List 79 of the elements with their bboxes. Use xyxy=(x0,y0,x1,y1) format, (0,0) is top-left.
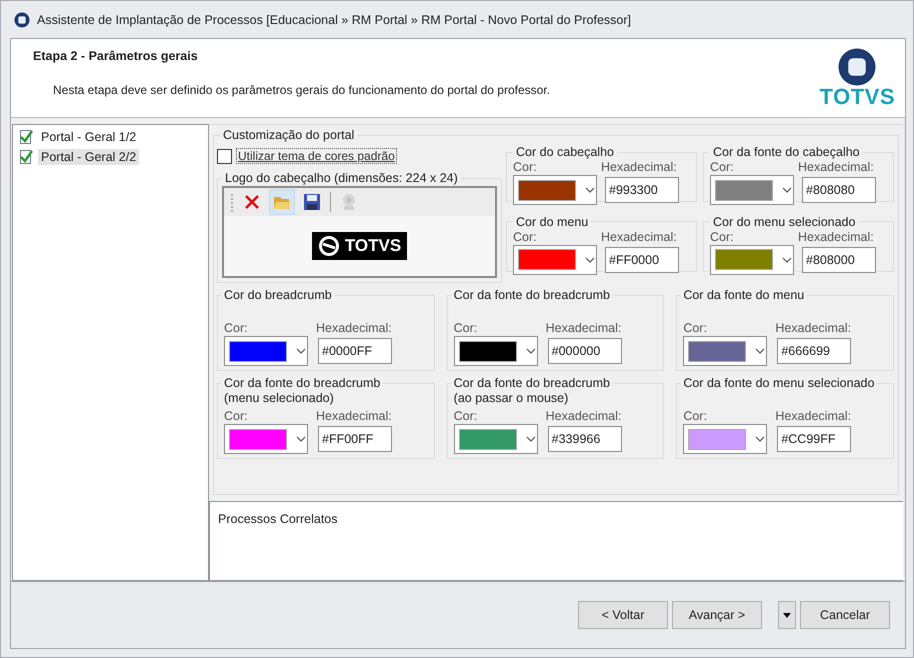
field-label: Cor: xyxy=(454,409,478,423)
group-title: Cor do cabeçalho xyxy=(515,144,615,160)
field-label: Cor: xyxy=(710,230,735,244)
field-label: Hexadecimal: xyxy=(775,321,852,335)
chevron-down-icon xyxy=(526,436,536,442)
field-label: Cor: xyxy=(710,160,735,174)
dropdown-button[interactable] xyxy=(778,601,796,629)
color-dropdown[interactable] xyxy=(454,336,538,366)
field-label: Cor: xyxy=(683,321,708,335)
group-title: Cor da fonte do breadcrumb (menu selecionado) xyxy=(221,376,384,406)
field-label: Cor: xyxy=(683,409,708,423)
field-label: Cor: xyxy=(454,321,478,335)
color-dropdown[interactable] xyxy=(710,175,794,205)
wizard-button[interactable]: Avançar > xyxy=(672,601,762,629)
hex-input-field[interactable]: #000000 xyxy=(548,338,622,364)
field-label: Hexadecimal: xyxy=(316,321,392,335)
field-label: Cor: xyxy=(224,409,249,423)
logo-text: TOTVS xyxy=(344,236,402,256)
field-label: Hexadecimal: xyxy=(546,321,622,335)
chevron-down-icon xyxy=(782,187,792,193)
hex-input-field[interactable]: #808000 xyxy=(802,246,876,272)
field-label: Hexadecimal: xyxy=(798,230,874,244)
step-title: Etapa 2 - Parâmetros gerais xyxy=(33,49,199,63)
logo-icon xyxy=(838,48,876,86)
field-label: Hexadecimal: xyxy=(775,409,852,423)
caret-icon xyxy=(783,612,791,618)
hex-input-field[interactable]: #FF0000 xyxy=(605,246,679,272)
tree-item[interactable]: Portal - Geral 2/2 xyxy=(38,149,140,165)
field-label: Hexadecimal: xyxy=(316,409,392,423)
step-description: Nesta etapa deve ser definido os parâmetros gerais do funcionamento do portal do professor. xyxy=(53,83,550,97)
chevron-down-icon xyxy=(296,348,306,354)
checkbox[interactable] xyxy=(217,148,232,164)
checkbox-label[interactable]: Utilizar tema de cores padrão xyxy=(236,148,397,164)
tree-item[interactable]: Portal - Geral 1/2 xyxy=(38,129,140,145)
wizard-button[interactable]: < Voltar xyxy=(578,601,668,629)
wizard-button[interactable]: Cancelar xyxy=(800,601,890,629)
field-label: Hexadecimal: xyxy=(601,230,677,244)
field-label: Hexadecimal: xyxy=(798,160,874,174)
chevron-down-icon xyxy=(296,436,306,442)
group-title: Cor da fonte do cabeçalho xyxy=(712,144,861,160)
field-label: Cor: xyxy=(224,321,249,335)
hex-input-field[interactable]: #CC99FF xyxy=(777,426,852,452)
field-label: Cor: xyxy=(513,230,538,244)
chevron-down-icon xyxy=(755,348,766,354)
logo-icon xyxy=(318,235,340,257)
hex-input-field[interactable]: #339966 xyxy=(548,426,622,452)
color-dropdown[interactable] xyxy=(224,336,308,366)
hex-input-field[interactable]: #993300 xyxy=(605,177,679,203)
group-title: Cor do menu xyxy=(515,214,590,230)
color-dropdown[interactable] xyxy=(513,175,597,205)
hex-input-field[interactable]: #808080 xyxy=(802,177,876,203)
group-title: Cor da fonte do breadcrumb (ao passar o mouse) xyxy=(450,376,613,406)
group-title: Customização do portal xyxy=(222,127,356,143)
chevron-down-icon xyxy=(782,256,792,262)
toolbar-grip-icon xyxy=(230,192,234,212)
hex-input-field[interactable]: #666699 xyxy=(777,338,852,364)
color-dropdown[interactable] xyxy=(454,424,538,454)
color-dropdown[interactable] xyxy=(683,336,768,366)
chevron-down-icon xyxy=(585,256,595,262)
group-title: Cor do menu selecionado xyxy=(712,214,856,230)
logo-text: TOTVS xyxy=(820,86,895,108)
chevron-down-icon xyxy=(585,187,595,193)
color-dropdown[interactable] xyxy=(513,244,597,274)
webcam-icon xyxy=(340,193,358,211)
hex-input-field[interactable]: #0000FF xyxy=(318,338,392,364)
window-title: Assistente de Implantação de Processos [Educacional » RM Portal » RM Portal - Novo Portal do Professor] xyxy=(37,12,632,26)
delete-icon xyxy=(243,193,261,211)
field-label: Cor: xyxy=(513,160,538,174)
field-label: Hexadecimal: xyxy=(546,409,622,423)
color-dropdown[interactable] xyxy=(224,424,308,454)
chevron-down-icon xyxy=(526,348,536,354)
field-label: Hexadecimal: xyxy=(601,160,677,174)
group-title: Logo do cabeçalho (dimensões: 224 x 24) xyxy=(224,170,459,186)
panel-title: Processos Correlatos xyxy=(218,512,338,526)
color-dropdown[interactable] xyxy=(710,244,794,274)
color-dropdown[interactable] xyxy=(683,424,768,454)
hex-input-field[interactable]: #FF00FF xyxy=(318,426,392,452)
app-icon xyxy=(14,12,30,28)
chevron-down-icon xyxy=(755,436,766,442)
